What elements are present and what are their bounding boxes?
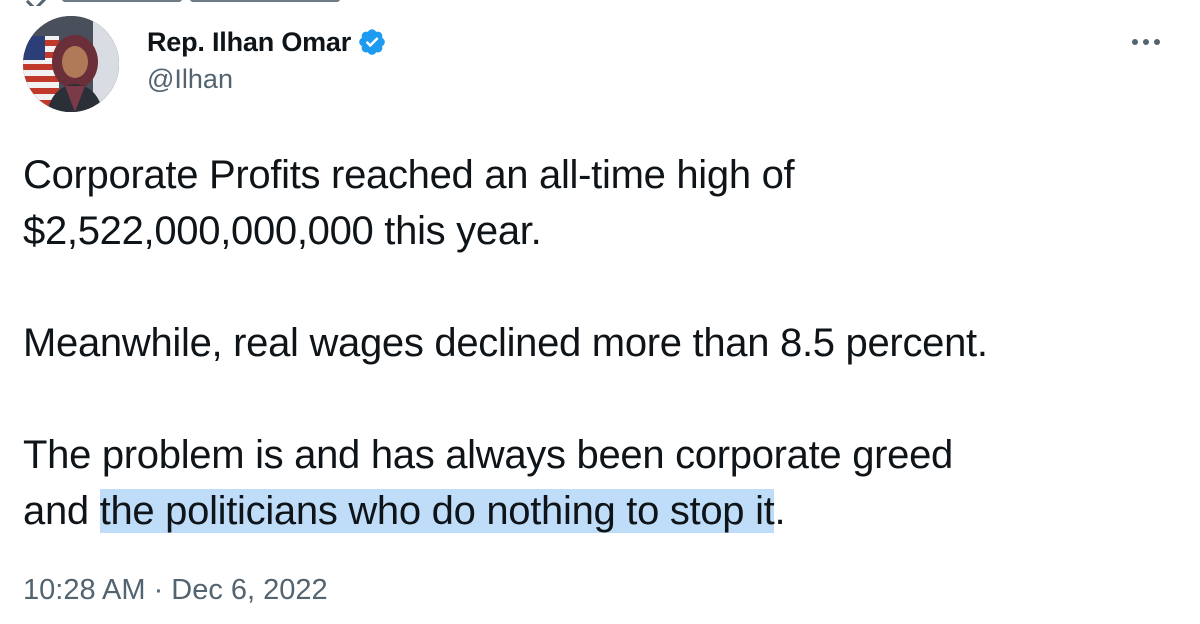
tweet-line: $2,522,000,000,000 this year. [23, 209, 542, 253]
retweet-context-icon [25, 0, 48, 6]
tweet-paragraph-1: Corporate Profits reached an all-time hi… [23, 147, 1188, 259]
previous-content-edge [0, 0, 1200, 6]
profile-photo-icon [23, 16, 119, 112]
author-handle[interactable]: @Ilhan [147, 64, 233, 95]
context-text-fragment [62, 0, 182, 2]
tweet-timestamp[interactable]: 10:28 AM · Dec 6, 2022 [23, 574, 328, 607]
tweet-line: Corporate Profits reached an all-time hi… [23, 153, 795, 197]
tweet-line: Meanwhile, real wages declined more than… [23, 321, 988, 365]
tweet-paragraph-2: Meanwhile, real wages declined more than… [23, 315, 1188, 371]
verified-badge-icon [359, 29, 385, 55]
selected-text-highlight: the politicians who do nothing to stop i… [99, 489, 775, 533]
more-options-icon[interactable] [1126, 30, 1166, 54]
author-display-name[interactable]: Rep. Ilhan Omar [147, 27, 351, 58]
tweet-line: The problem is and has always been corpo… [23, 433, 954, 477]
tweet-paragraph-3: The problem is and has always been corpo… [23, 427, 1188, 539]
tweet-line-prefix: and [23, 489, 100, 533]
tweet-line-suffix: . [774, 489, 786, 533]
tweet-text: Corporate Profits reached an all-time hi… [23, 147, 1188, 539]
avatar[interactable] [23, 16, 119, 112]
author-name-row[interactable]: Rep. Ilhan Omar [147, 22, 387, 62]
context-text-fragment [190, 0, 340, 2]
